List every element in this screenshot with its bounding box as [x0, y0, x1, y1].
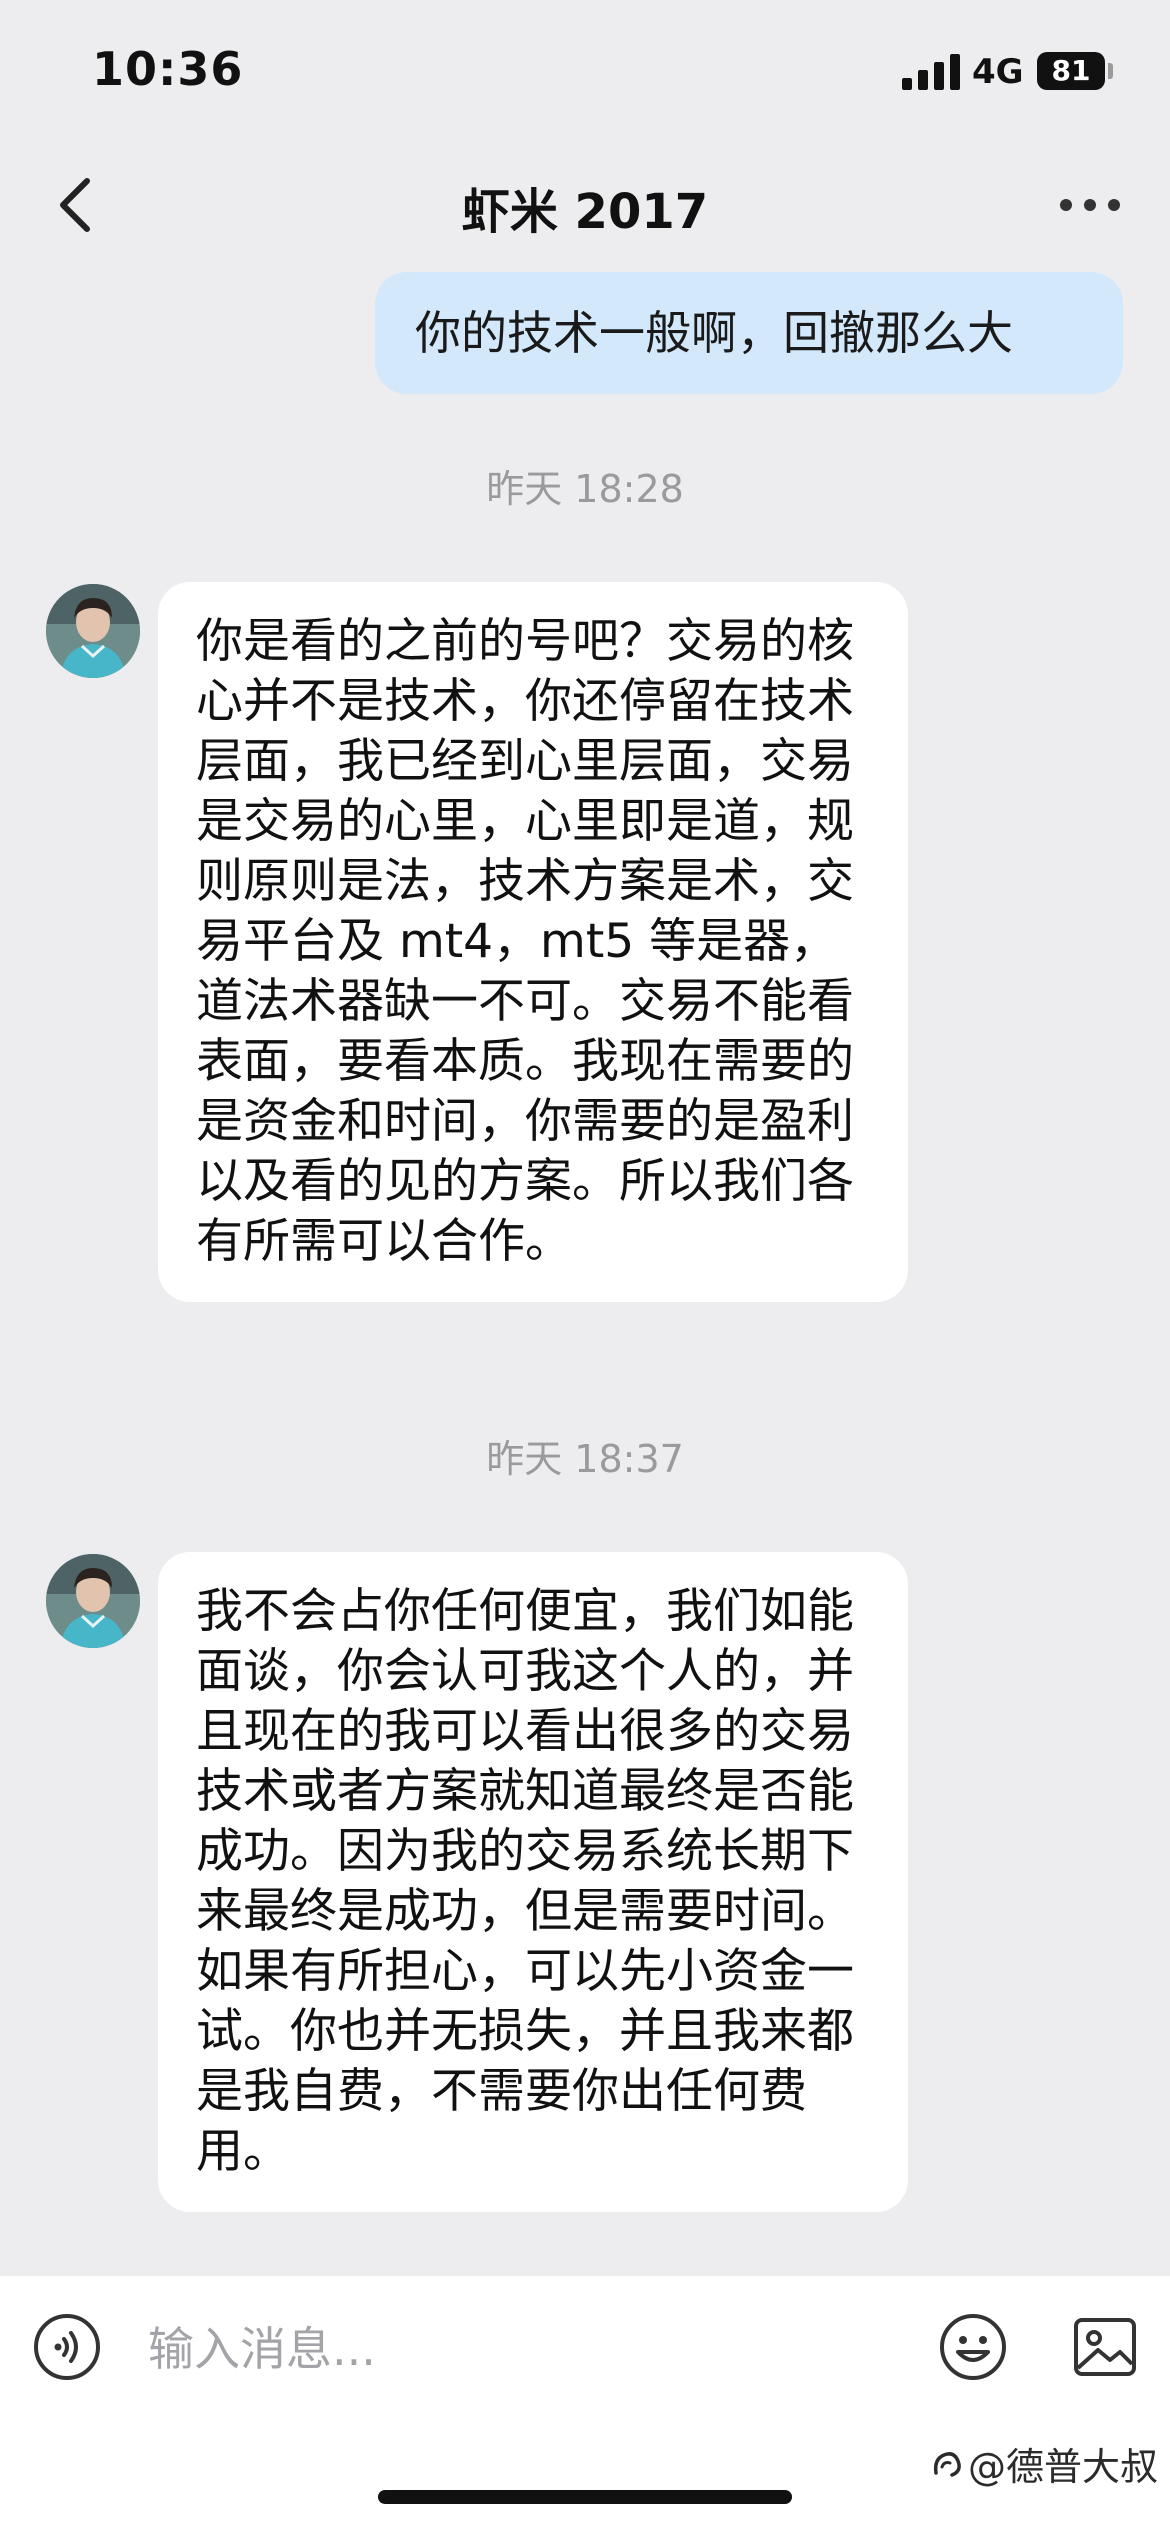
more-horizontal-icon	[1060, 199, 1120, 211]
contact-avatar[interactable]	[46, 1554, 140, 1648]
incoming-message-bubble[interactable]: 我不会占你任何便宜，我们如能面谈，你会认可我这个人的，并且现在的我可以看出很多的…	[158, 1552, 908, 2212]
contact-avatar[interactable]	[46, 584, 140, 678]
watermark-text: @德普大叔	[967, 2445, 1158, 2489]
platform-logo-icon	[933, 2451, 961, 2477]
battery-icon: 81	[1037, 52, 1105, 90]
voice-icon	[34, 2314, 100, 2380]
more-options-button[interactable]	[1050, 170, 1130, 240]
network-type-label: 4G	[972, 52, 1024, 92]
battery-tip	[1108, 63, 1113, 79]
cellular-signal-icon	[902, 54, 960, 90]
avatar-image	[46, 1554, 140, 1648]
image-picker-button[interactable]	[1070, 2312, 1140, 2382]
watermark: @德普大叔	[930, 2436, 1158, 2491]
chat-title: 虾米 2017	[461, 184, 709, 240]
chat-header: 虾米 2017	[0, 150, 1170, 260]
chat-screen: 10:36 4G 81 虾米 2017 你的技术一般啊，回撤那么大 昨天 18:…	[0, 0, 1170, 2532]
status-bar: 10:36 4G 81	[0, 0, 1170, 150]
voice-input-button[interactable]	[32, 2312, 102, 2382]
emoji-icon	[940, 2314, 1006, 2380]
status-time: 10:36	[92, 42, 244, 96]
incoming-message-bubble[interactable]: 你是看的之前的号吧？交易的核心并不是技术，你还停留在技术层面，我已经到心里层面，…	[158, 582, 908, 1302]
avatar-image	[46, 584, 140, 678]
outgoing-message-bubble[interactable]: 你的技术一般啊，回撤那么大	[375, 272, 1123, 394]
home-indicator[interactable]	[378, 2490, 792, 2504]
message-timestamp: 昨天 18:28	[486, 467, 684, 511]
message-input[interactable]	[148, 2316, 848, 2382]
message-timestamp: 昨天 18:37	[486, 1437, 684, 1481]
image-icon	[1074, 2318, 1136, 2376]
emoji-button[interactable]	[938, 2312, 1008, 2382]
